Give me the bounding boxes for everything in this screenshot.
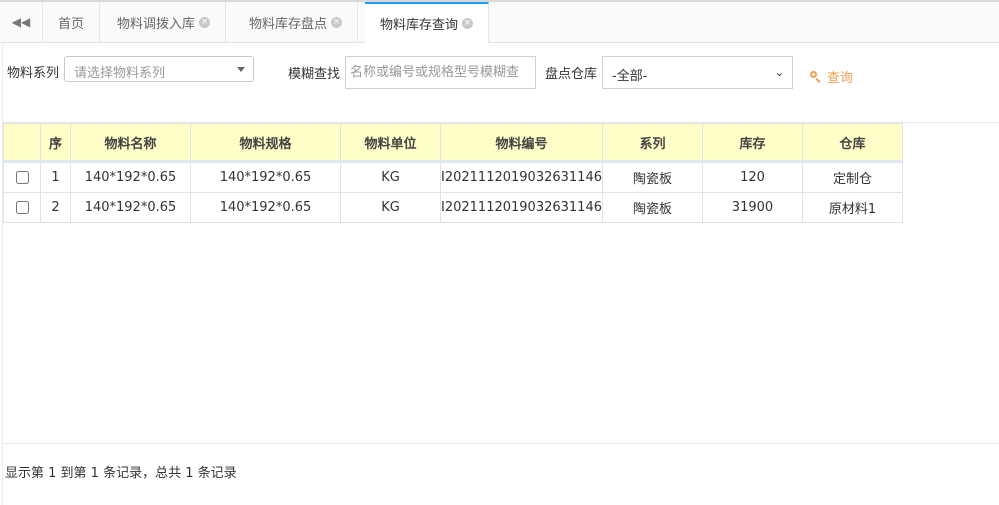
chevron-down-icon: ⌄ — [774, 66, 784, 79]
cell-unit: KG — [340, 161, 441, 193]
warehouse-select-value: -全部- — [612, 69, 648, 84]
row-checkbox[interactable] — [15, 171, 29, 184]
cell-seq: 1 — [40, 161, 71, 193]
tab-material-transfer-in[interactable]: 物料调拨入库 × — [102, 2, 227, 42]
cell-seq: 2 — [40, 192, 71, 223]
column-header-spec[interactable]: 物料规格 — [190, 123, 341, 162]
close-icon[interactable]: × — [199, 16, 211, 28]
double-chevron-left-icon: ◀◀ — [11, 15, 31, 29]
column-header-stock[interactable]: 库存 — [701, 123, 803, 162]
tab-label: 物料库存查询 — [380, 18, 459, 33]
cell-code: I2021112019032631146 — [440, 192, 603, 223]
column-header-warehouse[interactable]: 仓库 — [801, 123, 903, 162]
search-label: 模糊查找 — [288, 67, 341, 82]
cell-warehouse: 原材料1 — [801, 192, 903, 223]
column-header-seq[interactable]: 序 — [40, 123, 71, 162]
cell-spec: 140*192*0.65 — [190, 192, 341, 223]
cell-series: 陶瓷板 — [601, 161, 703, 193]
search-input[interactable] — [345, 56, 536, 89]
caret-down-icon — [237, 67, 245, 72]
content-left-border — [2, 43, 3, 505]
tab-scroll-left-button[interactable]: ◀◀ — [0, 2, 43, 42]
tab-label: 首页 — [58, 16, 85, 32]
tab-material-stocktake[interactable]: 物料库存盘点 × — [234, 2, 359, 42]
cell-warehouse: 定制仓 — [801, 161, 903, 193]
tab-material-stock-query[interactable]: 物料库存查询 × — [365, 2, 490, 43]
tab-bar: ◀◀ 首页 物料调拨入库 × 物料库存盘点 × 物料库存查询 × — [0, 2, 999, 43]
cell-unit: KG — [340, 192, 441, 223]
series-label: 物料系列 — [7, 66, 60, 81]
column-header-code[interactable]: 物料编号 — [440, 123, 603, 162]
table-row[interactable]: 2 140*192*0.65 140*192*0.65 KG I20211120… — [3, 192, 903, 223]
column-header-unit[interactable]: 物料单位 — [340, 123, 441, 162]
series-select-placeholder: 请选择物料系列 — [74, 66, 166, 81]
table-bottom-border — [3, 443, 999, 444]
close-icon[interactable]: × — [331, 16, 343, 28]
row-select-cell — [3, 161, 41, 193]
cell-name: 140*192*0.65 — [70, 161, 191, 193]
row-select-cell — [3, 192, 41, 223]
warehouse-select[interactable]: -全部- ⌄ — [602, 56, 793, 89]
cell-spec: 140*192*0.65 — [190, 161, 341, 193]
cell-stock: 31900 — [701, 192, 803, 223]
table-row[interactable]: 1 140*192*0.65 140*192*0.65 KG I20211120… — [3, 161, 903, 193]
tab-label: 物料调拨入库 — [117, 16, 196, 32]
query-button[interactable]: 查询 — [810, 66, 853, 86]
column-header-select — [3, 123, 41, 162]
series-select[interactable]: 请选择物料系列 — [64, 56, 254, 82]
search-icon — [810, 71, 821, 83]
close-icon[interactable]: × — [462, 18, 474, 29]
column-header-series[interactable]: 系列 — [601, 123, 703, 162]
warehouse-label: 盘点仓库 — [545, 67, 598, 82]
row-checkbox[interactable] — [15, 201, 29, 214]
query-button-label: 查询 — [827, 70, 854, 86]
cell-series: 陶瓷板 — [601, 192, 703, 223]
tab-label: 物料库存盘点 — [249, 16, 328, 32]
cell-stock: 120 — [701, 161, 803, 193]
stock-table: 序 物料名称 物料规格 物料单位 物料编号 系列 库存 仓库 1 140*192… — [3, 123, 903, 223]
cell-code: I2021112019032631146 — [440, 161, 603, 193]
table-header-row: 序 物料名称 物料规格 物料单位 物料编号 系列 库存 仓库 — [3, 123, 903, 162]
tab-home[interactable]: 首页 — [43, 2, 101, 42]
cell-name: 140*192*0.65 — [70, 192, 191, 223]
pagination-info: 显示第 1 到第 1 条记录，总共 1 条记录 — [5, 466, 237, 481]
column-header-name[interactable]: 物料名称 — [70, 123, 191, 162]
